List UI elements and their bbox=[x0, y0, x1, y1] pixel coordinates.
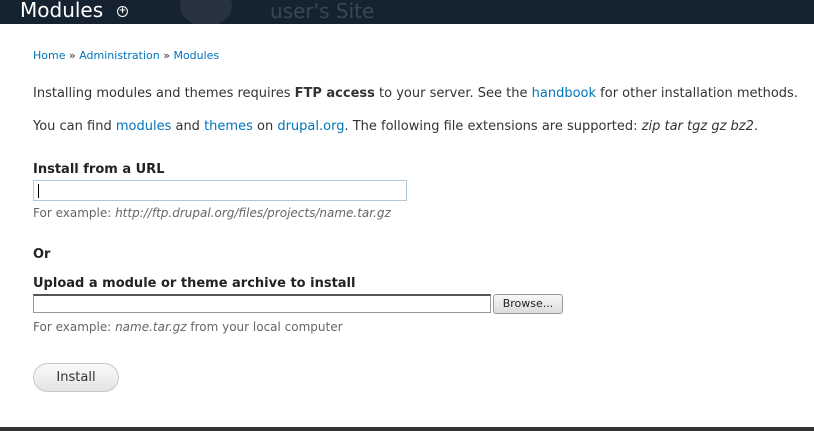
themes-link[interactable]: themes bbox=[204, 119, 253, 134]
or-label: Or bbox=[33, 247, 51, 262]
add-shortcut-icon[interactable]: + bbox=[117, 6, 128, 17]
breadcrumb-separator: » bbox=[65, 49, 80, 62]
find-modules-text: You can find modules and themes on drupa… bbox=[33, 119, 759, 134]
upload-field-label: Upload a module or theme archive to inst… bbox=[33, 276, 356, 291]
upload-file-path-input[interactable] bbox=[33, 294, 491, 313]
handbook-link[interactable]: handbook bbox=[532, 86, 596, 101]
browse-button[interactable]: Browse... bbox=[493, 294, 563, 314]
supported-extensions: zip tar tgz gz bz2 bbox=[641, 119, 754, 134]
breadcrumb-administration-link[interactable]: Administration bbox=[79, 49, 160, 62]
breadcrumb-modules-link[interactable]: Modules bbox=[173, 49, 219, 62]
site-name: user's Site bbox=[270, 0, 375, 23]
page-title: Modules bbox=[20, 0, 104, 22]
drupal-org-link[interactable]: drupal.org bbox=[277, 119, 344, 134]
url-field-description: For example: http://ftp.drupal.org/files… bbox=[33, 206, 391, 220]
ftp-help-text: Installing modules and themes requires F… bbox=[33, 86, 798, 101]
text-caret bbox=[38, 184, 39, 198]
breadcrumb-separator: » bbox=[159, 49, 174, 62]
modules-link[interactable]: modules bbox=[116, 119, 172, 134]
page-header: user's Site Modules + bbox=[0, 0, 814, 24]
breadcrumb-home-link[interactable]: Home bbox=[33, 49, 65, 62]
footer-bar bbox=[0, 427, 814, 431]
site-logo-shape bbox=[180, 0, 232, 24]
ftp-access-emphasis: FTP access bbox=[294, 86, 375, 101]
url-field-label: Install from a URL bbox=[33, 162, 165, 177]
upload-field-description: For example: name.tar.gz from your local… bbox=[33, 320, 343, 334]
install-url-input[interactable] bbox=[33, 180, 407, 201]
breadcrumb: Home » Administration » Modules bbox=[33, 49, 219, 62]
install-button[interactable]: Install bbox=[33, 363, 119, 392]
